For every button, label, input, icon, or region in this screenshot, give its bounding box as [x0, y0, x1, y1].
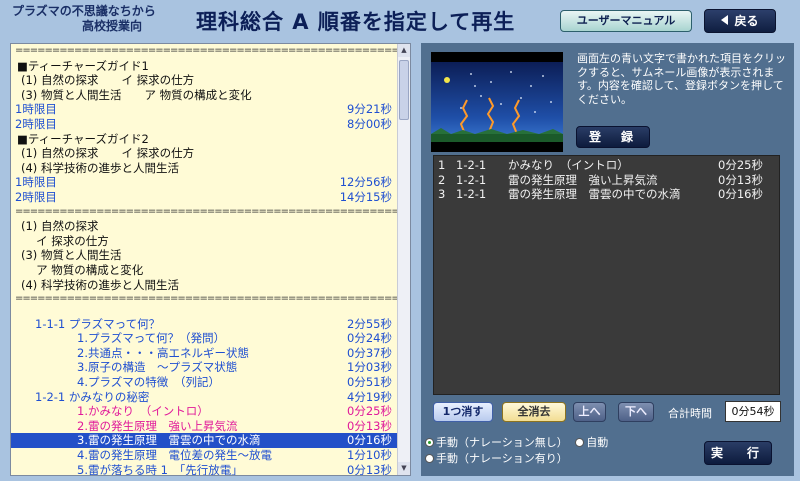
logo-line2: 高校授業向 [82, 19, 143, 33]
topic-line: (3) 物質と人間生活 [21, 248, 122, 263]
thumbnail-image [431, 52, 563, 152]
mode-auto-radio[interactable]: 自動 [575, 436, 608, 449]
guide2-line: (4) 科学技術の進歩と人間生活 [21, 160, 179, 175]
user-manual-button[interactable]: ユーザーマニュアル [560, 10, 692, 32]
move-up-button[interactable]: 上へ [573, 402, 606, 422]
lesson-item[interactable]: 1.プラズマって何？（発問） 0分24秒 [11, 331, 398, 346]
lesson-item[interactable]: 3.雷の発生原理 雷雲の中での水滴 0分16秒 [11, 433, 398, 449]
lesson-item[interactable]: 1.かみなり （イントロ） 0分25秒 [11, 404, 398, 419]
playlist-duration: 0分25秒 [718, 158, 763, 172]
playlist[interactable]: 1 1-2-1 かみなり （イントロ） 0分25秒 2 1-2-1 雷の発生原理 強い上昇気… [433, 155, 780, 395]
playlist-row[interactable]: 3 1-2-1 雷の発生原理 雷雲の中での水滴 0分16秒 [434, 187, 779, 202]
separator: ========================================… [15, 293, 398, 305]
lesson-item[interactable]: 5.雷が落ちる時 1 「先行放電」 0分13秒 [11, 463, 398, 475]
logo-line1: プラズマの不思議なちから [12, 4, 156, 18]
playlist-row[interactable]: 1 1-2-1 かみなり （イントロ） 0分25秒 [434, 158, 779, 173]
topic-line: (4) 科学技術の進歩と人間生活 [21, 277, 179, 292]
app-logo: プラズマの不思議なちから 高校授業向 [12, 4, 156, 34]
playlist-code: 1-2-1 [456, 187, 487, 201]
playlist-code: 1-2-1 [456, 158, 487, 172]
playlist-title: 雷の発生原理 雷雲の中での水滴 [508, 187, 681, 201]
radio-unchecked-icon [425, 454, 434, 463]
topic-line: ア 物質の構成と変化 [21, 262, 144, 277]
delete-one-button[interactable]: 1つ消す [433, 402, 493, 422]
move-down-button[interactable]: 下へ [618, 402, 654, 422]
guide2-line: (1) 自然の探求 イ 探求の仕方 [21, 146, 195, 161]
lesson-item[interactable]: 4.プラズマの特徴 （列記） 0分51秒 [11, 375, 398, 390]
total-time-label: 合計時間 [668, 407, 712, 420]
guide1-line: (3) 物質と人間生活 ア 物質の構成と変化 [21, 87, 252, 102]
scroll-up-icon[interactable]: ▲ [398, 44, 410, 57]
playlist-no: 2 [438, 172, 446, 187]
guide1-period-1[interactable]: 1時限目 9分21秒 [11, 102, 398, 117]
separator: ========================================… [15, 205, 398, 217]
playlist-no: 1 [438, 158, 446, 172]
guide1-period-2[interactable]: 2時限目 8分00秒 [11, 117, 398, 132]
separator: ========================================… [15, 45, 398, 56]
lesson-item[interactable]: 2.共通点・・・高エネルギー状態 0分37秒 [11, 346, 398, 361]
delete-all-button[interactable]: 全消去 [502, 402, 566, 422]
instruction-text: 画面左の青い文字で書かれた項目をクリックすると、サムネール画像が表示されます。内… [577, 52, 786, 106]
radio-checked-icon [425, 438, 434, 447]
lesson-item[interactable]: 4.雷の発生原理 電位差の発生～放電 1分10秒 [11, 448, 398, 463]
thunder-thumbnail-icon [431, 62, 563, 142]
guide2-title: ■ティーチャーズガイド2 [17, 131, 149, 146]
guide1-title: ■ティーチャーズガイド1 [17, 58, 149, 73]
guide2-period-1[interactable]: 1時限目 12分56秒 [11, 175, 398, 190]
playback-mode-group: 手動（ナレーション無し） 自動 手動（ナレーション有り） [425, 435, 608, 467]
playlist-duration: 0分13秒 [718, 172, 763, 187]
register-button[interactable]: 登 録 [576, 126, 650, 148]
playlist-no: 3 [438, 187, 446, 201]
topic-line: (1) 自然の探求 [21, 219, 99, 234]
playlist-title: かみなり （イントロ） [508, 158, 629, 172]
playlist-title: 雷の発生原理 強い上昇気流 [508, 172, 658, 187]
header: プラズマの不思議なちから 高校授業向 理科総合 A 順番を指定して再生 ユーザー… [0, 0, 800, 40]
lesson-group[interactable]: 1-1-1 プラズマって何？ 2分55秒 [11, 317, 398, 332]
lesson-group[interactable]: 1-2-1 かみなりの秘密 4分19秒 [11, 390, 398, 405]
lesson-items: 1-1-1 プラズマって何？ 2分55秒 1.プラズマって何？（発問） 0分24秒 2.… [11, 317, 398, 475]
lesson-item[interactable]: 3.原子の構造 ～プラズマ状態 1分03秒 [11, 360, 398, 375]
content-list-panel: ========================================… [10, 43, 411, 476]
back-button-label: 戻る [734, 14, 759, 28]
topic-line: イ 探求の仕方 [21, 233, 109, 248]
playlist-duration: 0分16秒 [718, 187, 763, 201]
content-list: ========================================… [11, 44, 398, 475]
guide2-period-2[interactable]: 2時限目 14分15秒 [11, 190, 398, 205]
mode-manual-no-narration-radio[interactable]: 手動（ナレーション無し） [425, 436, 568, 449]
guide1-line: (1) 自然の探求 イ 探求の仕方 [21, 73, 195, 88]
back-button[interactable]: 戻る [704, 9, 776, 33]
playlist-row[interactable]: 2 1-2-1 雷の発生原理 強い上昇気流 0分13秒 [434, 173, 779, 188]
page-title: 理科総合 A 順番を指定して再生 [196, 10, 516, 34]
total-time-value: 0分54秒 [725, 401, 781, 422]
radio-unchecked-icon [575, 438, 585, 447]
preview-panel: 画面左の青い文字で書かれた項目をクリックすると、サムネール画像が表示されます。内… [421, 43, 794, 476]
playlist-code: 1-2-1 [456, 172, 487, 187]
list-scrollbar[interactable]: ▲ ▼ [397, 44, 410, 475]
mode-manual-narration-radio[interactable]: 手動（ナレーション有り） [425, 452, 568, 465]
lesson-item[interactable]: 2.雷の発生原理 強い上昇気流 0分13秒 [11, 419, 398, 434]
run-button[interactable]: 実 行 [704, 441, 772, 465]
scroll-thumb[interactable] [399, 60, 409, 120]
scroll-down-icon[interactable]: ▼ [398, 462, 410, 475]
back-arrow-icon [721, 15, 729, 25]
